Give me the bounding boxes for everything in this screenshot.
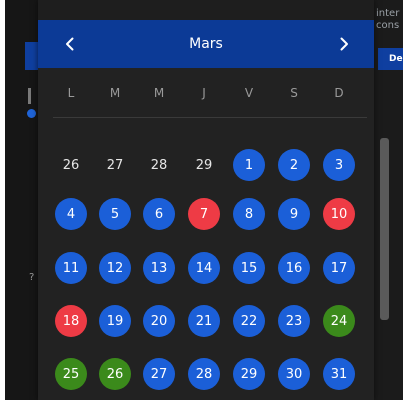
weekday-label: M [153,86,165,100]
day-cell[interactable]: 29 [188,149,220,181]
day-cell[interactable]: 28 [143,149,175,181]
day-cell[interactable]: 8 [233,198,265,230]
day-cell[interactable]: 19 [99,305,131,337]
calendar-header: Mars [38,20,374,68]
left-question-icon: ? [29,272,35,283]
left-indicator-dot [27,109,36,118]
day-cell[interactable]: 11 [55,252,87,284]
right-panel-text: inter cons [376,8,400,31]
weekday-label: L [67,86,75,100]
day-cell[interactable]: 10 [323,198,355,230]
day-cell[interactable]: 27 [143,358,175,390]
weekday-separator [53,117,367,118]
day-cell[interactable]: 29 [233,358,265,390]
day-cell[interactable]: 25 [55,358,87,390]
weekday-label: D [334,86,344,100]
date-picker-popup: Mars LMMJVSD 26 27 28 29 1 2 3 4 5 6 7 8 9 10 11 12 13 14… [38,0,374,400]
day-cell[interactable]: 26 [99,358,131,390]
day-cell[interactable]: 7 [188,198,220,230]
weekday-label: S [290,86,298,100]
day-cell[interactable]: 31 [323,358,355,390]
chevron-right-icon [340,37,348,51]
day-cell[interactable]: 9 [278,198,310,230]
left-blue-bar [25,42,39,70]
day-cell[interactable]: 12 [99,252,131,284]
day-cell[interactable]: 17 [323,252,355,284]
day-cell[interactable]: 18 [55,305,87,337]
day-cell[interactable]: 23 [278,305,310,337]
day-cell[interactable]: 30 [278,358,310,390]
weekday-row: LMMJVSD [38,86,374,106]
left-divider [28,88,31,104]
weekday-label: M [109,86,121,100]
day-cell[interactable]: 2 [278,149,310,181]
day-cell[interactable]: 15 [233,252,265,284]
day-cell[interactable]: 4 [55,198,87,230]
prev-month-button[interactable] [50,20,90,68]
day-cell[interactable]: 22 [233,305,265,337]
weekday-label: J [202,86,206,100]
chevron-left-icon [66,37,74,51]
day-cell[interactable]: 5 [99,198,131,230]
day-cell[interactable]: 28 [188,358,220,390]
day-cell[interactable]: 3 [323,149,355,181]
day-cell[interactable]: 20 [143,305,175,337]
day-cell[interactable]: 21 [188,305,220,337]
day-cell[interactable]: 24 [323,305,355,337]
popup-top-strip [38,0,374,20]
weekday-label: V [244,86,254,100]
day-cell[interactable]: 1 [233,149,265,181]
day-cell[interactable]: 16 [278,252,310,284]
next-month-button[interactable] [324,20,364,68]
day-cell[interactable]: 6 [143,198,175,230]
scrollbar-thumb[interactable] [380,138,389,320]
day-cell[interactable]: 27 [99,149,131,181]
day-cell[interactable]: 13 [143,252,175,284]
day-cell[interactable]: 14 [188,252,220,284]
day-cell[interactable]: 26 [55,149,87,181]
